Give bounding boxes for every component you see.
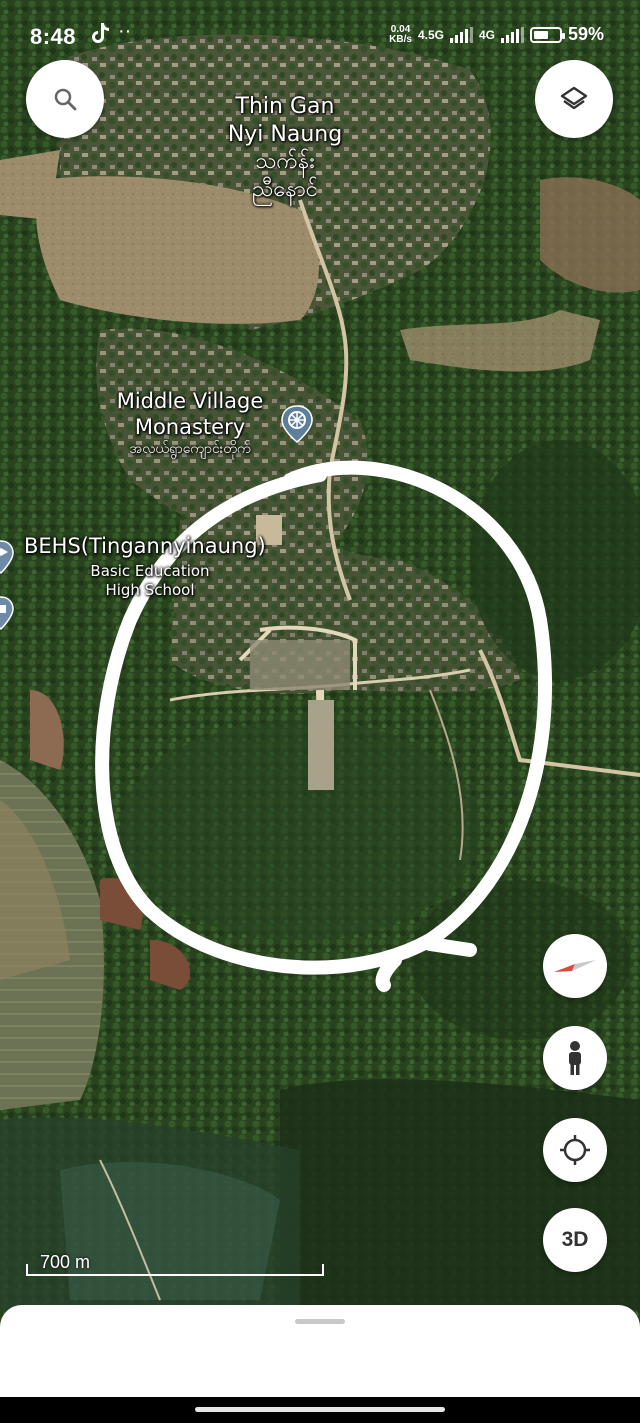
status-indicators: 0.04 KB/s 4.5G 4G 59%	[389, 24, 604, 45]
place-label-thin-gan[interactable]: Thin Gan Nyi Naung သက်န်း ညီနောင်	[200, 93, 370, 203]
layers-button[interactable]	[535, 60, 613, 138]
pegman-icon	[569, 1041, 581, 1075]
scale-bar: 700 m	[26, 1252, 324, 1276]
status-bar: 8:48 ·· 0.04 KB/s 4.5G 4G 59%	[0, 0, 640, 74]
network-speed: 0.04 KB/s	[389, 23, 412, 45]
tiktok-icon	[90, 22, 110, 50]
place-label-school[interactable]: BEHS(Tingannyinaung)	[24, 533, 274, 559]
signal-icon	[449, 26, 473, 43]
layers-icon	[560, 86, 588, 110]
my-location-button[interactable]	[543, 1118, 607, 1182]
signal-icon	[500, 26, 524, 43]
place-sublabel-school: Basic Education High School	[90, 562, 210, 599]
system-nav-bar	[0, 1397, 640, 1423]
clock: 8:48	[30, 24, 77, 49]
satellite-map[interactable]	[0, 0, 640, 1423]
network-type-1: 4.5G	[417, 27, 444, 42]
compass-button[interactable]	[543, 934, 607, 998]
drag-handle[interactable]	[295, 1319, 345, 1324]
network-type-2: 4G	[478, 27, 495, 42]
search-icon	[54, 88, 77, 111]
3d-button[interactable]: 3D	[543, 1208, 607, 1272]
place-label-monastery[interactable]: Middle Village Monastery အလယ်ရွာကျောင်းတ…	[100, 388, 280, 458]
map-pin-icon[interactable]	[0, 596, 14, 631]
bottom-sheet[interactable]	[0, 1305, 640, 1397]
compass-icon	[554, 960, 596, 972]
battery-icon	[529, 26, 565, 43]
dharma-wheel-icon[interactable]	[280, 404, 314, 444]
search-button[interactable]	[26, 60, 104, 138]
battery-percent: 59%	[567, 24, 604, 44]
crosshair-icon	[560, 1135, 590, 1165]
home-indicator[interactable]	[195, 1407, 445, 1412]
school-icon[interactable]	[0, 540, 14, 575]
street-view-button[interactable]	[543, 1026, 607, 1090]
more-notifications: ··	[118, 20, 132, 42]
satellite-imagery	[0, 0, 640, 1423]
